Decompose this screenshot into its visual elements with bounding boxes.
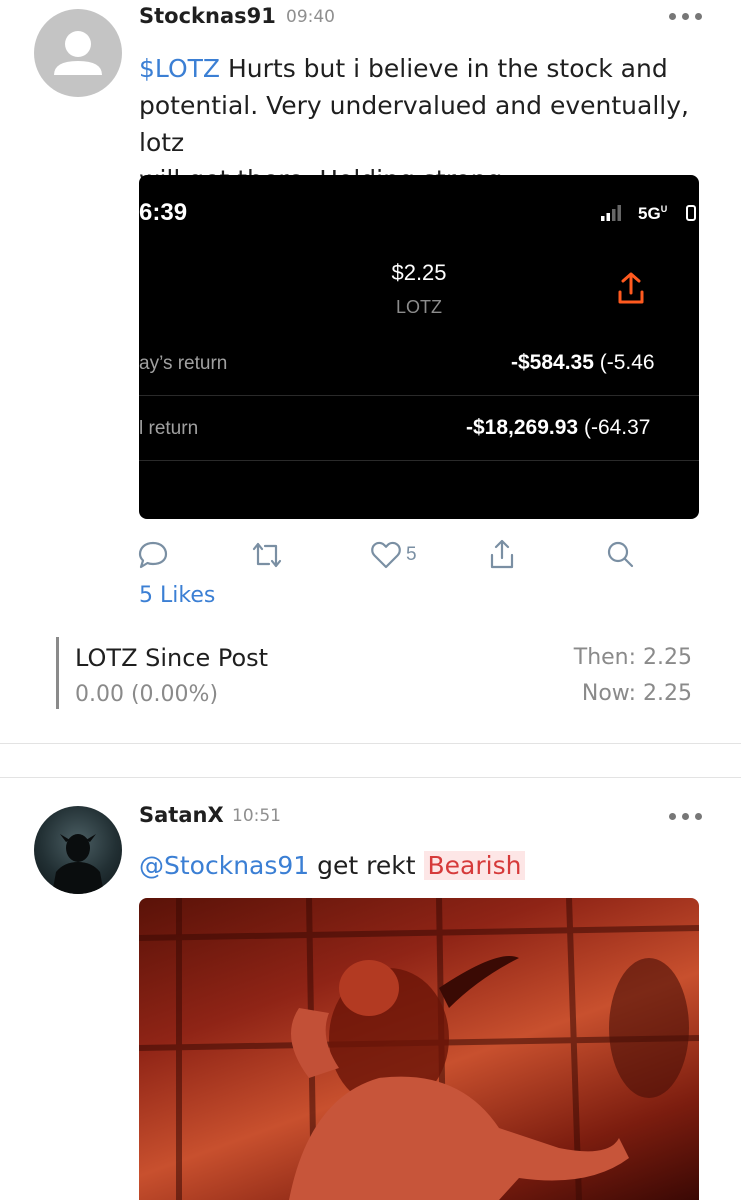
network-label: 5GU	[638, 204, 668, 223]
now-price: Now: 2.25	[581, 681, 692, 706]
like-icon[interactable]	[370, 540, 402, 570]
more-options-icon[interactable]	[669, 813, 702, 820]
attached-gif[interactable]	[139, 898, 699, 1200]
share-icon	[617, 271, 645, 310]
more-options-icon[interactable]	[669, 13, 702, 20]
since-post-title: LOTZ Since Post	[75, 644, 269, 672]
username[interactable]: SatanX	[139, 803, 224, 827]
post-divider	[0, 777, 741, 778]
search-icon[interactable]	[605, 540, 637, 570]
username[interactable]: Stocknas91	[139, 4, 276, 28]
like-count: 5	[406, 544, 417, 565]
row-divider	[139, 395, 699, 396]
post-text-line: Hurts but i believe in the stock and	[220, 54, 668, 83]
mention-link[interactable]: @Stocknas91	[139, 851, 309, 880]
stock-symbol: LOTZ	[395, 297, 442, 317]
default-user-icon	[54, 31, 102, 75]
total-return-label: l return	[139, 418, 199, 439]
signal-icon	[601, 205, 623, 226]
then-price: Then: 2.25	[573, 645, 692, 670]
stock-price: $2.25	[391, 260, 447, 285]
horned-figure-icon	[52, 834, 104, 894]
since-post-change: 0.00 (0.00%)	[75, 682, 219, 707]
comment-icon[interactable]	[137, 540, 169, 570]
share-icon[interactable]	[486, 538, 518, 570]
ticker-link[interactable]: $LOTZ	[139, 54, 220, 83]
post-time: 10:51	[232, 806, 281, 826]
total-return-value: -$18,269.93 (-64.37	[466, 416, 651, 439]
post-divider	[0, 743, 741, 744]
since-post-accent	[56, 637, 59, 709]
attached-screenshot[interactable]: 6:39 5GU $2.25 LOTZ ay’s return -$584.35…	[139, 175, 699, 519]
post-body: @Stocknas91 get rekt Bearish	[139, 847, 526, 884]
post-time: 09:40	[286, 7, 335, 27]
todays-return-value: -$584.35 (-5.46	[511, 351, 655, 374]
sentiment-badge: Bearish	[423, 851, 526, 880]
likes-link[interactable]: 5 Likes	[139, 583, 215, 608]
gif-scene	[139, 898, 699, 1200]
post-text: get rekt	[309, 851, 424, 880]
row-divider	[139, 460, 699, 461]
todays-return-label: ay’s return	[139, 353, 228, 374]
status-clock: 6:39	[139, 199, 188, 226]
reshare-icon[interactable]	[250, 540, 284, 570]
battery-icon	[686, 205, 696, 221]
avatar[interactable]	[34, 9, 122, 97]
post-text-line: potential. Very undervalued and eventual…	[139, 91, 689, 157]
avatar[interactable]	[34, 806, 122, 894]
